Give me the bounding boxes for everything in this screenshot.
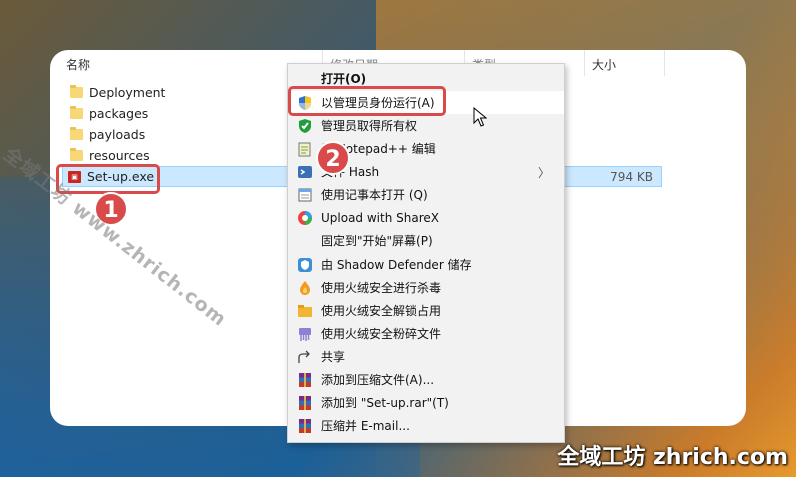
menu-item-compress-email[interactable]: 压缩并 E-mail... — [288, 414, 564, 437]
file-name: packages — [89, 106, 149, 121]
menu-item-open-with-notepad[interactable]: 使用记事本打开 (Q) — [288, 183, 564, 206]
huorong-shred-icon — [297, 326, 313, 342]
folder-icon — [70, 148, 83, 161]
callout-run-as-admin — [288, 86, 446, 116]
winrar-icon — [297, 372, 313, 388]
menu-item-huorong-shred[interactable]: 使用火绒安全粉碎文件 — [288, 322, 564, 345]
mouse-cursor-icon — [473, 107, 487, 127]
column-name[interactable]: 名称 — [66, 56, 90, 73]
winrar-icon — [297, 418, 313, 434]
step-badge-2: 2 — [316, 141, 350, 175]
menu-item-add-to-archive[interactable]: 添加到压缩文件(A)... — [288, 368, 564, 391]
column-size[interactable]: 大小 — [592, 56, 616, 73]
menu-item-share[interactable]: 共享 — [288, 345, 564, 368]
menu-label: Upload with ShareX — [321, 210, 439, 225]
menu-label: 使用火绒安全进行杀毒 — [321, 281, 442, 295]
file-name: resources — [89, 148, 150, 163]
menu-label: 固定到"开始"屏幕(P) — [321, 234, 433, 248]
menu-label: 添加到压缩文件(A)... — [321, 373, 435, 387]
blank-icon — [297, 71, 313, 87]
folder-icon — [70, 85, 83, 98]
menu-label: 压缩并 E-mail... — [321, 419, 410, 433]
menu-label: 管理员取得所有权 — [321, 119, 418, 133]
menu-item-sharex[interactable]: Upload with ShareX — [288, 206, 564, 229]
file-name: Deployment — [89, 85, 166, 100]
submenu-arrow-icon: 〉 — [537, 166, 550, 180]
menu-item-pin-to-start[interactable]: 固定到"开始"屏幕(P) — [288, 229, 564, 252]
menu-label: 共享 — [321, 350, 346, 364]
notepad-icon — [297, 187, 313, 203]
folder-icon — [70, 127, 83, 140]
green-check-shield-icon — [297, 118, 313, 134]
huorong-antivirus-icon — [297, 280, 313, 296]
menu-label: 使用火绒安全粉碎文件 — [321, 327, 442, 341]
blank-icon — [297, 233, 313, 249]
menu-item-huorong-unlock[interactable]: 使用火绒安全解锁占用 — [288, 299, 564, 322]
menu-item-add-to-setup-rar[interactable]: 添加到 "Set-up.rar"(T) — [288, 391, 564, 414]
share-icon — [297, 349, 313, 365]
notepadpp-icon — [297, 141, 313, 157]
menu-label: 使用记事本打开 (Q) — [321, 188, 428, 202]
menu-item-huorong-scan[interactable]: 使用火绒安全进行杀毒 — [288, 276, 564, 299]
sharex-icon — [297, 210, 313, 226]
folder-icon — [70, 106, 83, 119]
menu-label: 打开(O) — [321, 72, 367, 86]
menu-item-take-ownership[interactable]: 管理员取得所有权 — [288, 114, 564, 137]
context-menu: 打开(O) 以管理员身份运行(A) 管理员取得所有权 用 Notepad++ 编… — [287, 63, 565, 443]
file-name: payloads — [89, 127, 146, 142]
menu-label: 由 Shadow Defender 储存 — [321, 258, 472, 272]
huorong-unlock-icon — [297, 303, 313, 319]
menu-label: 添加到 "Set-up.rar"(T) — [321, 396, 449, 410]
menu-label: 使用火绒安全解锁占用 — [321, 304, 442, 318]
menu-item-shadow-defender[interactable]: 由 Shadow Defender 储存 — [288, 253, 564, 276]
brand-label: 全域工坊 zhrich.com — [557, 445, 788, 470]
shadow-defender-icon — [297, 257, 313, 273]
hash-icon — [297, 164, 313, 180]
column-separator[interactable] — [584, 50, 585, 76]
winrar-icon — [297, 395, 313, 411]
column-separator[interactable] — [664, 50, 665, 76]
file-size: 794 KB — [610, 169, 653, 184]
